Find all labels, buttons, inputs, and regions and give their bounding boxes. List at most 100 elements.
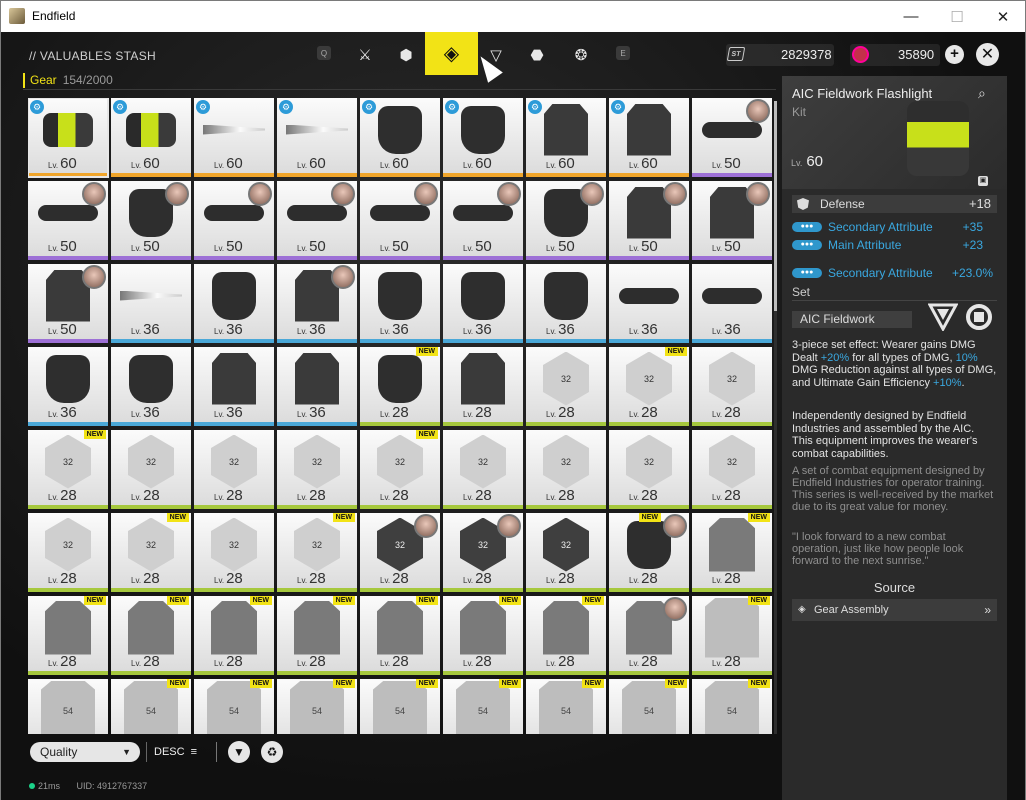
gear-item[interactable]: 54 NEW bbox=[111, 679, 191, 734]
gear-item[interactable]: Lv. 60 ⚙ bbox=[360, 98, 440, 177]
sort-dropdown[interactable]: Quality ▼ bbox=[30, 742, 140, 762]
close-stash-button[interactable]: ✕ bbox=[976, 43, 999, 66]
gear-item[interactable]: 54 bbox=[28, 679, 108, 734]
scrollbar-thumb[interactable] bbox=[774, 101, 777, 311]
recycle-button[interactable]: ♻ bbox=[261, 741, 283, 763]
gear-item[interactable]: Lv. 28 NEW bbox=[443, 596, 523, 675]
gear-item[interactable]: 32 Lv. 28 bbox=[526, 513, 606, 592]
level-value: 28 bbox=[392, 487, 409, 504]
gear-item[interactable]: 32 Lv. 28 bbox=[277, 430, 357, 509]
add-currency-button[interactable]: + bbox=[945, 45, 964, 64]
tab-circle[interactable]: ❂ bbox=[566, 40, 596, 70]
gear-item[interactable]: Lv. 50 bbox=[194, 181, 274, 260]
maximize-button[interactable]: ☐ bbox=[934, 1, 980, 32]
item-level: Lv. 28 bbox=[380, 487, 409, 504]
gear-item[interactable]: Lv. 28 NEW bbox=[277, 596, 357, 675]
gear-item[interactable]: Lv. 50 bbox=[360, 181, 440, 260]
gear-item[interactable]: 32 Lv. 28 NEW bbox=[609, 347, 689, 426]
gear-item[interactable]: 32 Lv. 28 bbox=[526, 347, 606, 426]
gear-item[interactable]: 54 NEW bbox=[443, 679, 523, 734]
gear-item[interactable]: Lv. 60 ⚙ bbox=[609, 98, 689, 177]
gear-item[interactable]: Lv. 60 ⚙ bbox=[526, 98, 606, 177]
gear-item[interactable]: Lv. 36 bbox=[194, 264, 274, 343]
gear-item[interactable]: Lv. 50 bbox=[692, 181, 772, 260]
gear-item[interactable]: 32 Lv. 28 NEW bbox=[277, 513, 357, 592]
gear-item[interactable]: Lv. 36 bbox=[111, 264, 191, 343]
stat-value: +35 bbox=[962, 220, 983, 234]
level-value: 50 bbox=[724, 155, 741, 172]
gear-item[interactable]: Lv. 28 NEW bbox=[609, 513, 689, 592]
gear-item[interactable]: Lv. 50 bbox=[277, 181, 357, 260]
gear-item[interactable]: Lv. 60 ⚙ bbox=[277, 98, 357, 177]
gear-item[interactable]: 32 Lv. 28 bbox=[111, 430, 191, 509]
gear-item[interactable]: Lv. 50 bbox=[28, 181, 108, 260]
gear-item[interactable]: 32 Lv. 28 NEW bbox=[28, 430, 108, 509]
gear-item[interactable]: Lv. 36 bbox=[443, 264, 523, 343]
gear-item[interactable]: 32 Lv. 28 bbox=[28, 513, 108, 592]
gear-item[interactable]: 32 Lv. 28 bbox=[443, 430, 523, 509]
gear-item[interactable]: Lv. 36 bbox=[609, 264, 689, 343]
inspect-icon[interactable]: ⌕ bbox=[978, 85, 986, 102]
gear-item[interactable]: 32 Lv. 28 NEW bbox=[111, 513, 191, 592]
gear-item[interactable]: Lv. 36 bbox=[28, 347, 108, 426]
level-value: 50 bbox=[60, 321, 77, 338]
gear-item[interactable]: Lv. 60 ⚙ bbox=[111, 98, 191, 177]
gear-item[interactable]: Lv. 28 NEW bbox=[360, 596, 440, 675]
tab-gear[interactable]: ◈ bbox=[425, 32, 478, 75]
gear-item[interactable]: 32 Lv. 28 bbox=[526, 430, 606, 509]
gear-item[interactable]: Lv. 60 ⚙ bbox=[194, 98, 274, 177]
gear-item[interactable]: 54 NEW bbox=[692, 679, 772, 734]
gear-item[interactable]: Lv. 50 bbox=[443, 181, 523, 260]
gear-item[interactable]: 54 NEW bbox=[609, 679, 689, 734]
gear-item[interactable]: 32 Lv. 28 bbox=[692, 347, 772, 426]
gear-item[interactable]: 32 Lv. 28 bbox=[360, 513, 440, 592]
level-prefix: Lv. bbox=[629, 493, 640, 502]
gear-item[interactable]: Lv. 36 bbox=[360, 264, 440, 343]
gear-item[interactable]: Lv. 28 NEW bbox=[692, 513, 772, 592]
gear-item[interactable]: Lv. 28 NEW bbox=[692, 596, 772, 675]
gear-item[interactable]: Lv. 50 bbox=[111, 181, 191, 260]
close-window-button[interactable]: ✕ bbox=[980, 1, 1026, 32]
gear-item[interactable]: 54 NEW bbox=[277, 679, 357, 734]
gear-item[interactable]: Lv. 50 bbox=[28, 264, 108, 343]
minimize-button[interactable]: — bbox=[888, 1, 934, 32]
gear-item[interactable]: Lv. 36 bbox=[111, 347, 191, 426]
gear-item[interactable]: Lv. 50 bbox=[609, 181, 689, 260]
gear-item[interactable]: Lv. 28 NEW bbox=[111, 596, 191, 675]
gear-item[interactable]: Lv. 50 bbox=[526, 181, 606, 260]
hex-gear-icon: 32 bbox=[211, 517, 257, 572]
level-prefix: Lv. bbox=[629, 244, 640, 253]
gear-item[interactable]: 32 Lv. 28 bbox=[443, 513, 523, 592]
gear-item[interactable]: Lv. 36 bbox=[277, 264, 357, 343]
gear-item[interactable]: Lv. 36 bbox=[194, 347, 274, 426]
gear-item[interactable]: Lv. 28 NEW bbox=[526, 596, 606, 675]
gear-item[interactable]: 54 NEW bbox=[360, 679, 440, 734]
gear-item[interactable]: Lv. 28 bbox=[443, 347, 523, 426]
sort-order-button[interactable]: DESC ≡ bbox=[146, 742, 210, 762]
filter-button[interactable]: ▼ bbox=[228, 741, 250, 763]
gear-item[interactable]: Lv. 36 bbox=[692, 264, 772, 343]
gear-item[interactable]: 32 Lv. 28 bbox=[692, 430, 772, 509]
gear-item[interactable]: 32 Lv. 28 NEW bbox=[360, 430, 440, 509]
tab-shield[interactable]: ⬣ bbox=[522, 40, 552, 70]
gear-item[interactable]: Lv. 28 NEW bbox=[194, 596, 274, 675]
gear-item[interactable]: 54 NEW bbox=[526, 679, 606, 734]
item-level: Lv. 28 bbox=[214, 570, 243, 587]
gear-item[interactable]: Lv. 50 bbox=[692, 98, 772, 177]
gear-item[interactable]: Lv. 60 ⚙ bbox=[28, 98, 109, 178]
tab-weapon[interactable]: ⚔ bbox=[350, 40, 380, 70]
source-gear-assembly-button[interactable]: ◈ Gear Assembly » bbox=[792, 599, 997, 621]
gear-item[interactable]: Lv. 36 bbox=[277, 347, 357, 426]
lock-icon[interactable]: ▣ bbox=[978, 176, 988, 186]
gear-item[interactable]: 32 Lv. 28 bbox=[194, 430, 274, 509]
gear-item[interactable]: 54 NEW bbox=[194, 679, 274, 734]
level-prefix: Lv. bbox=[131, 161, 142, 170]
tab-cube[interactable]: ⬢ bbox=[391, 40, 421, 70]
gear-item[interactable]: Lv. 28 bbox=[609, 596, 689, 675]
gear-item[interactable]: Lv. 60 ⚙ bbox=[443, 98, 523, 177]
gear-item[interactable]: Lv. 28 NEW bbox=[360, 347, 440, 426]
gear-item[interactable]: Lv. 28 NEW bbox=[28, 596, 108, 675]
gear-item[interactable]: 32 Lv. 28 bbox=[609, 430, 689, 509]
gear-item[interactable]: 32 Lv. 28 bbox=[194, 513, 274, 592]
gear-item[interactable]: Lv. 36 bbox=[526, 264, 606, 343]
